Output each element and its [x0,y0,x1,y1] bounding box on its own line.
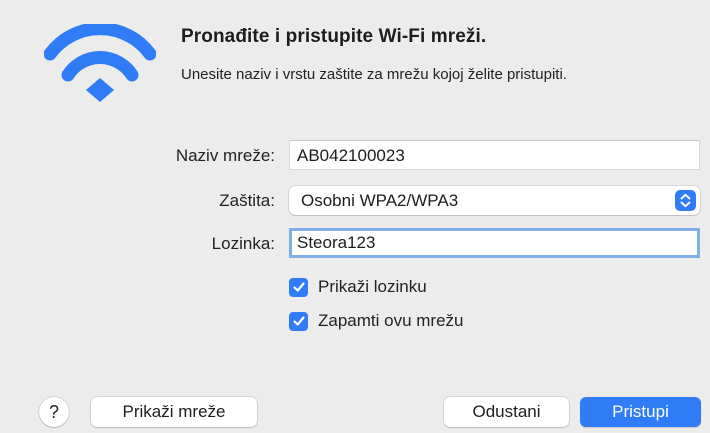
network-name-input[interactable]: AB042100023 [289,140,700,170]
checkmark-icon [292,316,305,326]
help-button[interactable]: ? [39,397,69,427]
security-select-value: Osobni WPA2/WPA3 [301,191,459,210]
password-input[interactable]: Steora123 [289,228,700,258]
wifi-icon [44,24,156,102]
cancel-button[interactable]: Odustani [444,397,569,427]
security-label: Zaštita: [219,191,275,210]
show-password-option[interactable]: Prikaži lozinku [289,276,427,298]
password-label: Lozinka: [211,234,275,253]
remember-network-checkbox[interactable] [289,311,308,331]
show-password-checkbox[interactable] [289,277,308,297]
select-stepper-icon [675,190,696,211]
join-button[interactable]: Pristupi [580,397,701,427]
network-name-label: Naziv mreže: [175,146,275,165]
security-select[interactable]: Osobni WPA2/WPA3 [289,186,700,215]
dialog-subtitle: Unesite naziv i vrstu zaštite za mrežu k… [181,66,567,83]
checkmark-icon [292,282,305,292]
remember-network-option[interactable]: Zapamti ovu mrežu [289,310,464,332]
show-password-label: Prikaži lozinku [318,277,427,296]
wifi-join-dialog: Pronađite i pristupite Wi-Fi mreži. Unes… [0,0,710,433]
show-networks-button[interactable]: Prikaži mreže [91,397,257,427]
remember-network-label: Zapamti ovu mrežu [318,311,464,330]
dialog-title: Pronađite i pristupite Wi-Fi mreži. [181,26,487,47]
